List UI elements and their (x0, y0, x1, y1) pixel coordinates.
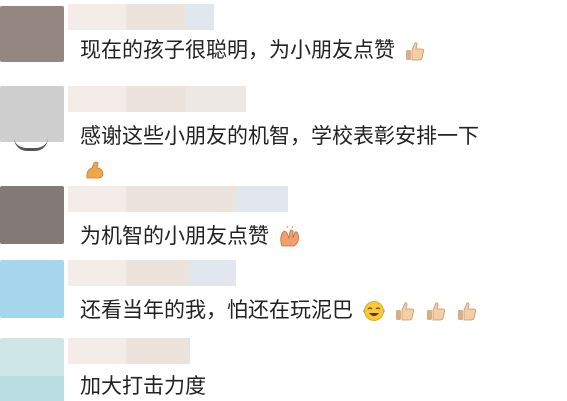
flexed-biceps-icon (86, 161, 104, 179)
blurred-username (68, 86, 246, 112)
tears-of-joy-icon (362, 301, 385, 321)
thumbs-up-icon (405, 42, 424, 61)
avatar[interactable] (0, 186, 64, 244)
blurred-username (68, 338, 190, 364)
avatar[interactable] (0, 6, 64, 62)
comment-text: 加大打击力度 (80, 374, 206, 398)
avatar[interactable] (0, 86, 64, 142)
comment-text: 还看当年的我，怕还在玩泥巴 (80, 296, 478, 324)
thumbs-up-icon (427, 302, 446, 321)
clapping-hands-icon (280, 226, 299, 247)
comment-text: 感谢这些小朋友的机智，学校表彰安排一下 (80, 124, 479, 148)
blurred-username (68, 4, 214, 30)
blurred-username (68, 186, 288, 212)
comment-item: 现在的孩子很聪明，为小朋友点赞 (0, 0, 567, 86)
comment-text: 现在的孩子很聪明，为小朋友点赞 (80, 36, 426, 64)
comment-item: 还看当年的我，怕还在玩泥巴 (0, 260, 567, 336)
avatar-partial (14, 138, 48, 151)
avatar-accent (0, 376, 64, 401)
comment-item: 为机智的小朋友点赞 (0, 186, 567, 260)
blurred-username (68, 260, 236, 286)
thumbs-up-icon (457, 302, 476, 321)
avatar[interactable] (0, 260, 64, 318)
comment-item: 感谢这些小朋友的机智，学校表彰安排一下 (0, 86, 567, 186)
thumbs-up-icon (396, 302, 415, 321)
comment-item: 加大打击力度 (0, 336, 567, 401)
comment-text: 为机智的小朋友点赞 (80, 222, 302, 250)
